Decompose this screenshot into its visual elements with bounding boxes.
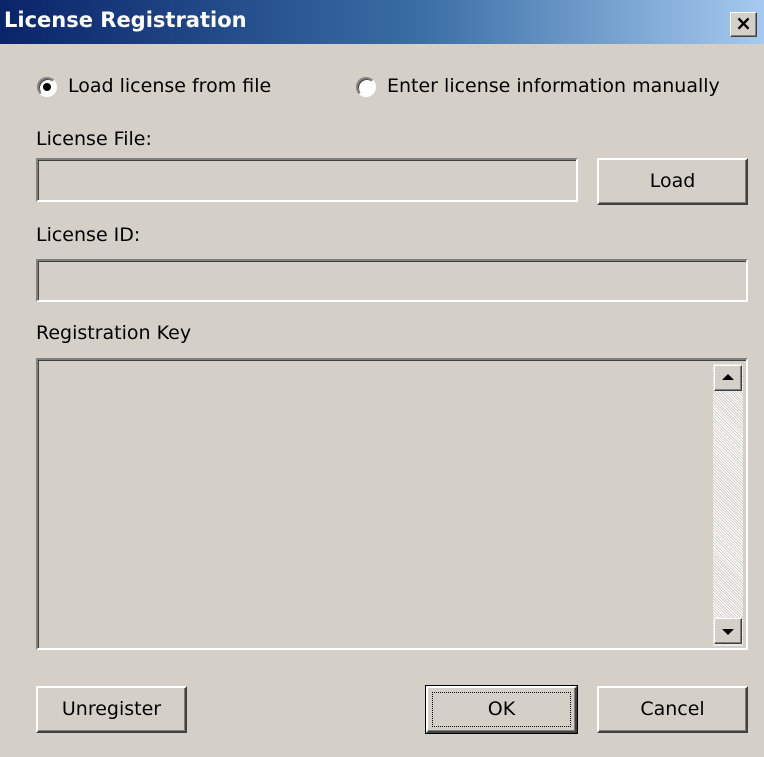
close-button[interactable]: × [730, 12, 757, 37]
cancel-button-label: Cancel [640, 698, 705, 720]
ok-button[interactable]: OK [425, 685, 578, 734]
registration-key-scrollbar[interactable] [713, 364, 743, 646]
scroll-down-button[interactable] [714, 618, 742, 644]
load-from-file-radio[interactable] [37, 77, 57, 97]
focus-rectangle [432, 692, 571, 727]
cancel-button[interactable]: Cancel [597, 686, 748, 733]
scroll-up-button[interactable] [714, 365, 742, 391]
radio-selected-dot [43, 83, 51, 91]
load-button[interactable]: Load [597, 158, 748, 205]
scroll-up-arrow-icon [722, 374, 734, 380]
license-registration-dialog: License Registration × Load license from… [0, 0, 764, 757]
license-file-input[interactable] [36, 158, 578, 202]
title-bar[interactable]: License Registration × [0, 0, 764, 44]
close-icon: × [735, 11, 752, 35]
license-id-input[interactable] [36, 259, 748, 302]
load-from-file-label[interactable]: Load license from file [68, 75, 271, 97]
license-id-label: License ID: [36, 224, 141, 246]
license-file-label: License File: [36, 128, 152, 150]
enter-manually-label[interactable]: Enter license information manually [387, 75, 720, 97]
load-button-label: Load [649, 170, 696, 192]
unregister-button[interactable]: Unregister [36, 686, 187, 733]
enter-manually-radio[interactable] [356, 77, 376, 97]
registration-key-textarea[interactable] [36, 358, 748, 650]
unregister-button-label: Unregister [61, 698, 162, 720]
registration-key-label: Registration Key [36, 322, 192, 344]
scroll-down-arrow-icon [722, 629, 734, 635]
window-title: License Registration [4, 8, 247, 32]
